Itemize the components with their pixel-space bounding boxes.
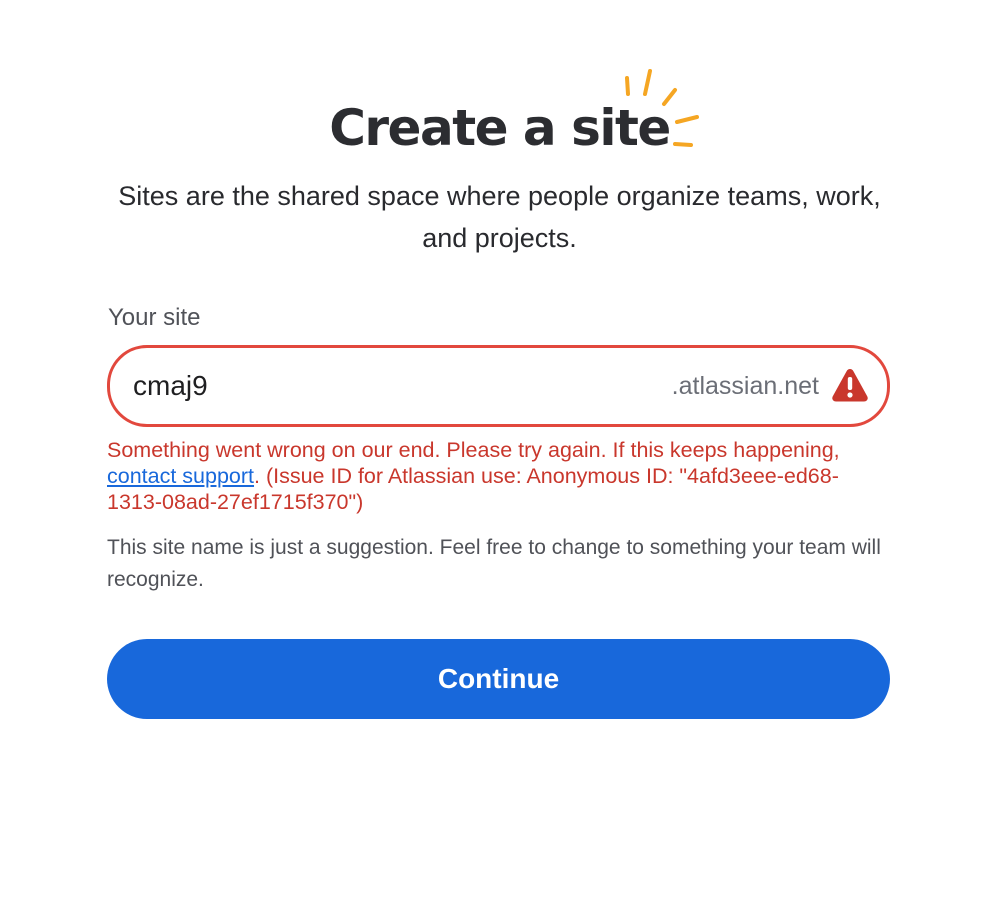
create-site-page: Create a site Sites are the shared space… xyxy=(0,0,999,905)
site-name-input[interactable] xyxy=(133,348,613,424)
page-subtitle: Sites are the shared space where people … xyxy=(118,181,881,253)
site-field-label: Your site xyxy=(108,304,201,331)
error-text-part1: Something went wrong on our end. Please … xyxy=(107,438,840,462)
page-title: Create a site xyxy=(329,99,671,157)
continue-button[interactable]: Continue xyxy=(107,639,890,719)
domain-suffix: .atlassian.net xyxy=(671,372,819,400)
contact-support-link[interactable]: contact support xyxy=(107,464,254,488)
sparkle-icon xyxy=(625,69,699,147)
site-input-container[interactable]: .atlassian.net xyxy=(107,345,890,427)
helper-text: This site name is just a suggestion. Fee… xyxy=(107,536,881,591)
warning-icon xyxy=(832,369,868,402)
title-wrapper: Create a site xyxy=(0,98,999,158)
error-message: Something went wrong on our end. Please … xyxy=(107,437,887,515)
